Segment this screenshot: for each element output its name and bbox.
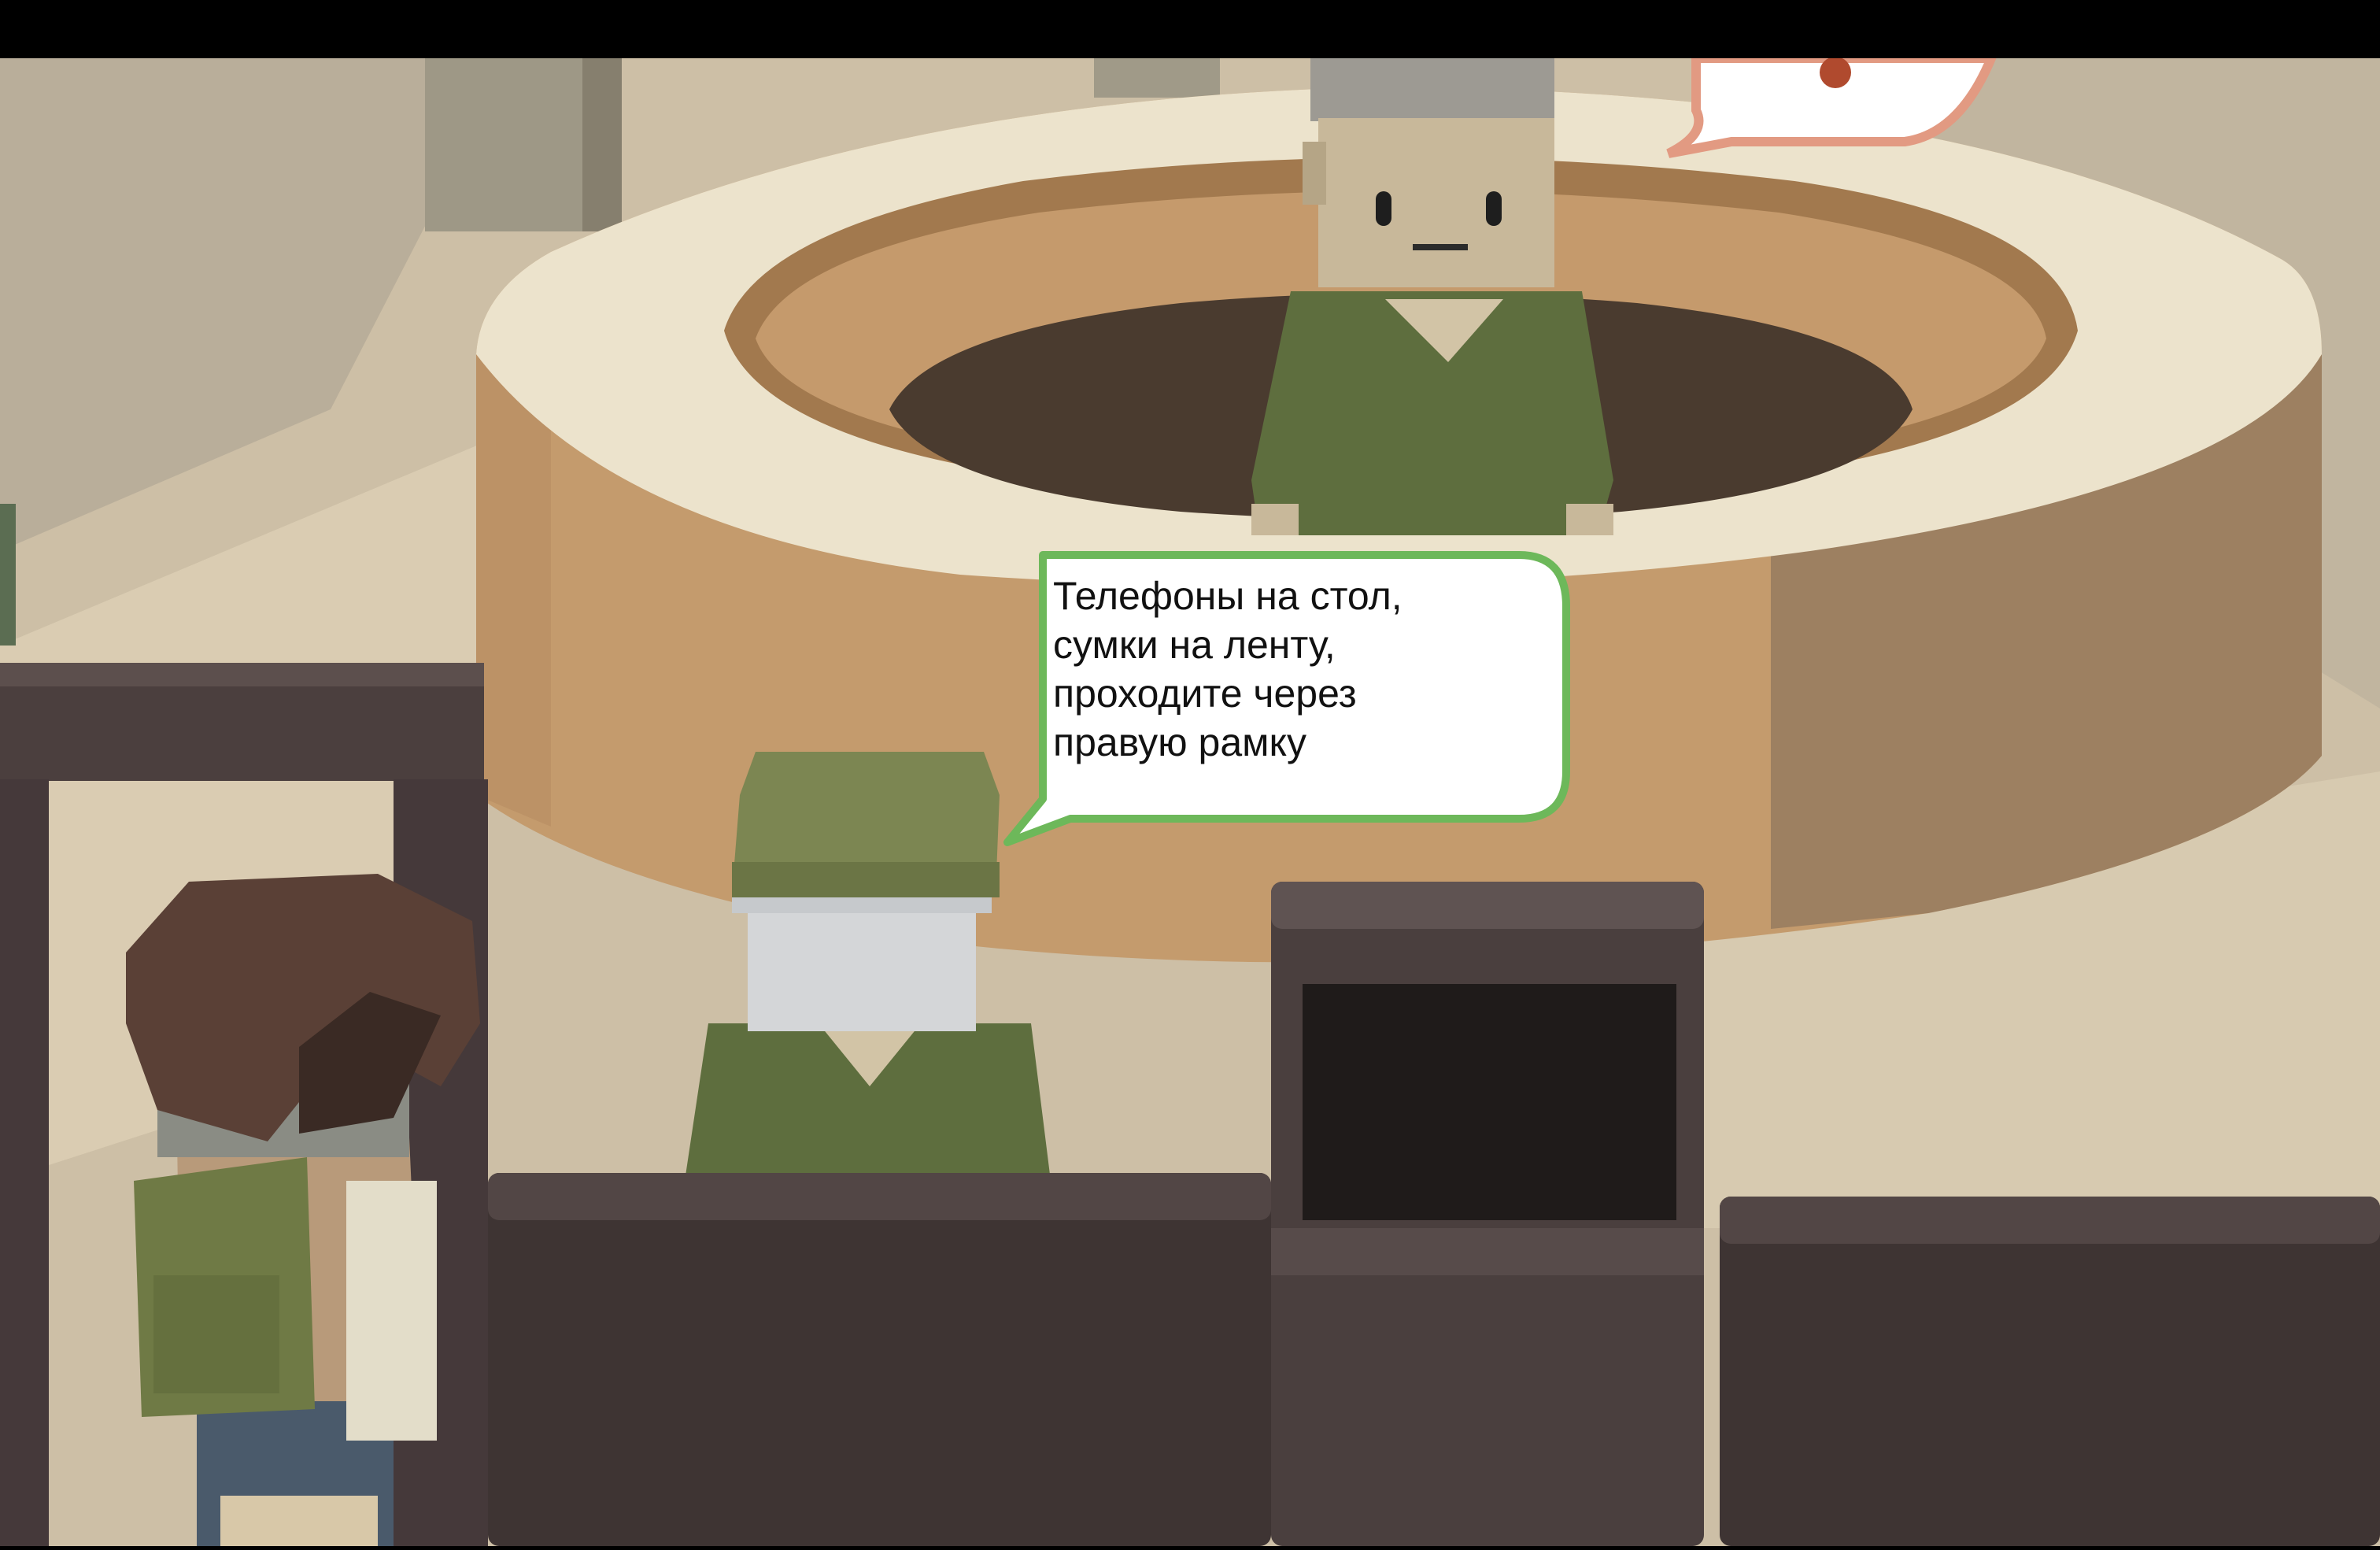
officer2-cap-brim xyxy=(732,862,1000,897)
pillar-left-side xyxy=(582,58,622,231)
officer-cap-ears xyxy=(1310,58,1554,121)
traveler-backpack-pocket xyxy=(153,1275,279,1393)
officer2-head xyxy=(748,897,976,1031)
officer-head-side xyxy=(1303,142,1326,205)
counter-left xyxy=(488,1173,1271,1546)
pillar-mid xyxy=(1094,58,1220,98)
officer-mouth xyxy=(1413,244,1468,250)
officer-head xyxy=(1318,118,1554,287)
traveler-shoes xyxy=(220,1496,378,1546)
counter-right-top xyxy=(1720,1197,2380,1244)
counter-left-top xyxy=(488,1173,1271,1220)
scanner-opening xyxy=(1303,984,1676,1220)
officer-eye-left xyxy=(1376,191,1391,226)
officer-eye-right xyxy=(1486,191,1502,226)
left-wall-edge xyxy=(0,504,16,646)
traveler-arm xyxy=(346,1181,437,1441)
game-viewport: Телефоны на стол, сумки на ленту, проход… xyxy=(0,0,2380,1546)
bubble-line: проходите через xyxy=(1053,671,1357,716)
bubble-line: сумки на ленту, xyxy=(1053,623,1336,667)
partial-bubble-dot xyxy=(1820,57,1851,88)
bubble-line: Телефоны на стол, xyxy=(1053,574,1402,618)
bubble-line: правую рамку xyxy=(1053,720,1306,764)
letterbox-top xyxy=(0,0,2380,58)
counter-right xyxy=(1720,1197,2380,1546)
left-frame-top-edge xyxy=(0,663,484,686)
left-frame-post xyxy=(0,779,49,1546)
scanner-base-band xyxy=(1271,1228,1704,1275)
scanner-top xyxy=(1271,882,1704,929)
booth-wall-shade-left xyxy=(476,354,551,827)
speech-bubble-text: Телефоны на стол, сумки на ленту, проход… xyxy=(1053,572,1525,767)
scene-render xyxy=(0,0,2380,1546)
officer-hand-left xyxy=(1251,504,1299,535)
officer-hand-right xyxy=(1566,504,1613,535)
